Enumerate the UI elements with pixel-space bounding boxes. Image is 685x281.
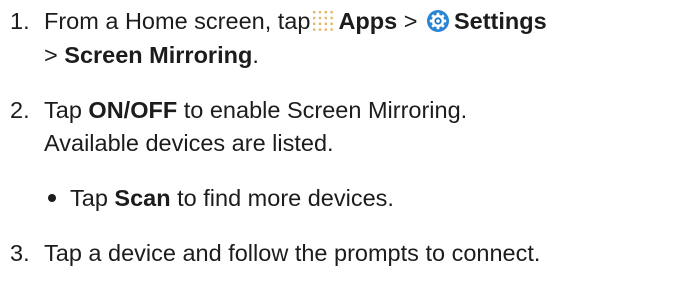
step-3-number: 3. (10, 240, 30, 266)
bullet-dot (48, 194, 56, 202)
settings-label: Settings (453, 8, 547, 34)
step-2-tap: Tap (44, 97, 82, 123)
step-3-text: Tap a device and follow the prompts to c… (44, 240, 541, 266)
step-1-number: 1. (10, 8, 30, 34)
settings-gear-icon (426, 9, 450, 33)
step-2-text: to enable Screen Mirroring. (183, 97, 468, 123)
step-1-line-2-separator: > (44, 42, 58, 68)
step-2: 2. Tap ON/OFF to enable Screen Mirroring. (10, 94, 685, 126)
step-2-number: 2. (10, 97, 30, 123)
step-1-line-2: > Screen Mirroring. (44, 39, 259, 71)
step-1-text: From a Home screen, tap Apps > Settings (44, 8, 547, 34)
step-1: 1. From a Home screen, tap Apps > Settin… (10, 5, 685, 37)
bullet-prefix: Tap (70, 185, 108, 211)
apps-label: Apps (338, 8, 398, 34)
instructions-document: 1. From a Home screen, tap Apps > Settin… (0, 0, 685, 281)
step-2-line-2: Available devices are listed. (44, 130, 334, 156)
apps-grid-icon (312, 8, 334, 31)
step-1-intro: From a Home screen, tap (44, 8, 311, 34)
step-1-period: . (252, 42, 259, 68)
scan-bullet-item: Tap Scan to find more devices. (44, 182, 394, 214)
scan-label: Scan (114, 185, 171, 211)
bullet-suffix: to find more devices. (177, 185, 394, 211)
step-3: 3. Tap a device and follow the prompts to… (10, 237, 685, 269)
step-1-separator: > (403, 8, 418, 34)
on-off-label: ON/OFF (88, 97, 178, 123)
screen-mirroring-label: Screen Mirroring (64, 42, 253, 68)
